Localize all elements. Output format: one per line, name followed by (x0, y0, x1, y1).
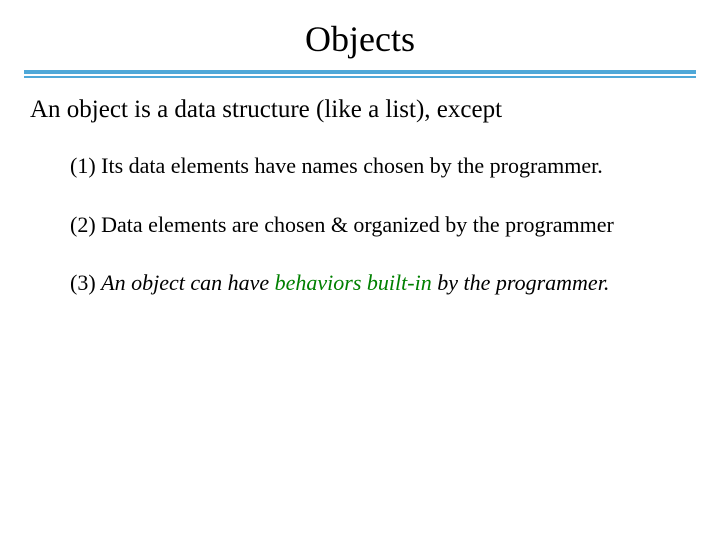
page-title: Objects (0, 18, 720, 60)
point-3-emphasis: behaviors built-in (275, 270, 432, 295)
point-3-part-c: by the programmer. (432, 270, 610, 295)
point-3-prefix: (3) (70, 270, 101, 295)
divider-line-thick (24, 70, 696, 74)
point-2: (2) Data elements are chosen & organized… (70, 211, 690, 240)
point-3: (3) An object can have behaviors built-i… (70, 269, 690, 298)
point-1: (1) Its data elements have names chosen … (70, 152, 690, 181)
points-list: (1) Its data elements have names chosen … (0, 152, 720, 298)
divider-line-thin (24, 76, 696, 78)
intro-text: An object is a data structure (like a li… (0, 96, 720, 124)
divider (24, 70, 696, 78)
slide: Objects An object is a data structure (l… (0, 0, 720, 540)
point-3-part-a: An object can have (101, 270, 275, 295)
